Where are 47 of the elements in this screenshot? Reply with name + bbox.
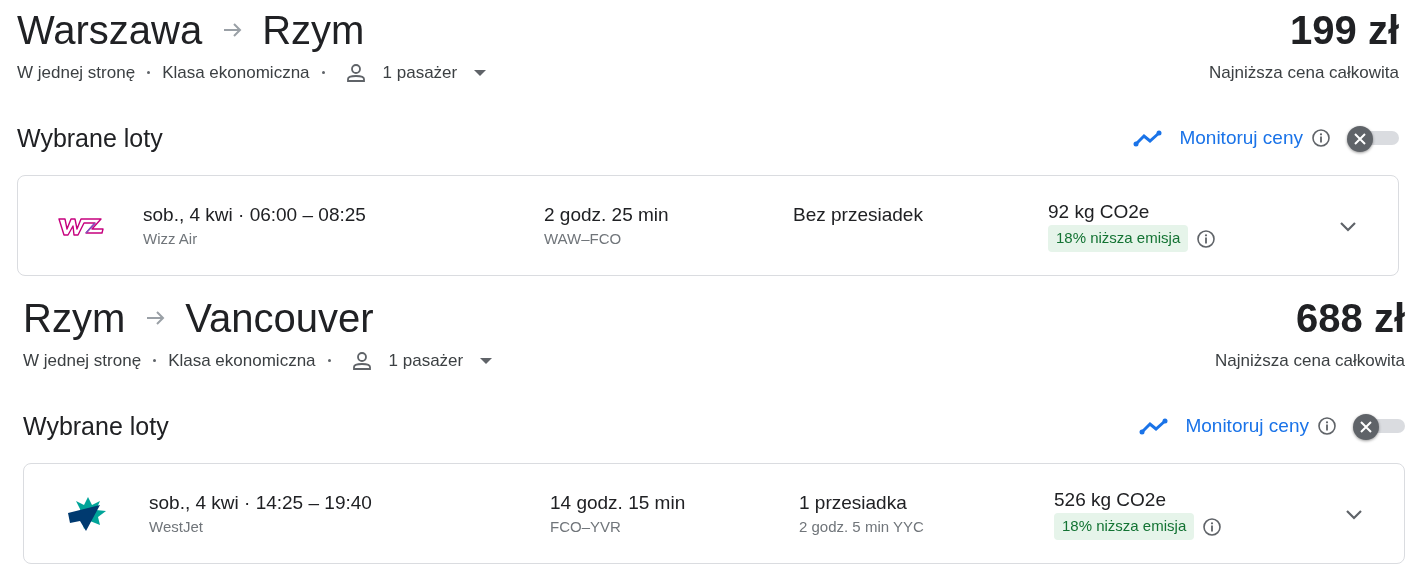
passengers-dropdown[interactable]: 1 pasażer <box>342 348 494 374</box>
total-price: 688 zł <box>1296 295 1405 342</box>
flight-duration: 2 godz. 25 min <box>544 202 670 227</box>
airline-name: WestJet <box>149 516 204 537</box>
stops-count: 1 przesiadka <box>799 490 908 515</box>
flight-times: sob., 4 kwi · 06:00 – 08:25 <box>143 202 367 227</box>
flight-times: sob., 4 kwi · 14:25 – 19:40 <box>149 490 373 515</box>
section-title: Wybrane loty <box>23 410 169 442</box>
origin-city: Warszawa <box>17 7 203 54</box>
close-icon <box>1353 132 1367 147</box>
trend-icon <box>1139 416 1170 437</box>
price-caption: Najniższa cena całkowita <box>1215 350 1405 372</box>
person-icon <box>344 61 367 84</box>
flight-card[interactable]: sob., 4 kwi · 06:00 – 08:25 Wizz Air 2 godz. 25 min WAW–FCO Bez przesiadek 92 kg CO2e 18% niższa emisja <box>17 175 1399 276</box>
trend-icon <box>1133 128 1164 149</box>
info-icon[interactable] <box>1311 128 1331 149</box>
layover-detail: 2 godz. 5 min YYC <box>799 516 925 537</box>
cabin-class[interactable]: Klasa ekonomiczna <box>168 348 316 374</box>
emission-badge: 18% niższa emisja <box>1048 225 1189 252</box>
section-title: Wybrane loty <box>17 122 163 154</box>
caret-icon <box>473 68 488 77</box>
person-icon <box>350 349 373 372</box>
trip-type[interactable]: W jednej stronę <box>17 60 136 86</box>
track-prices-link[interactable]: Monitoruj ceny <box>1133 124 1303 153</box>
emissions: 92 kg CO2e <box>1048 200 1151 225</box>
track-prices-link[interactable]: Monitoruj ceny <box>1139 412 1309 441</box>
close-icon <box>1359 420 1373 435</box>
route-codes: FCO–YVR <box>550 516 622 537</box>
destination-city: Vancouver <box>185 295 374 342</box>
destination-city: Rzym <box>262 7 365 54</box>
trip-type[interactable]: W jednej stronę <box>23 348 142 374</box>
airline-name: Wizz Air <box>143 228 199 249</box>
cabin-class[interactable]: Klasa ekonomiczna <box>162 60 310 86</box>
stops-count: Bez przesiadek <box>793 202 924 227</box>
passengers-dropdown[interactable]: 1 pasażer <box>336 60 488 86</box>
flight-card[interactable]: sob., 4 kwi · 14:25 – 19:40 WestJet 14 godz. 15 min FCO–YVR 1 przesiadka 2 godz. 5 min YYC 526 kg CO2e 18% niższa emisja <box>23 463 1405 564</box>
info-icon[interactable] <box>1317 416 1337 437</box>
route-codes: WAW–FCO <box>544 228 623 249</box>
origin-city: Rzym <box>23 295 126 342</box>
price-caption: Najniższa cena całkowita <box>1209 62 1399 84</box>
flight-duration: 14 godz. 15 min <box>550 490 687 515</box>
total-price: 199 zł <box>1290 7 1399 54</box>
info-icon[interactable] <box>1196 228 1217 249</box>
caret-icon <box>479 356 494 365</box>
emissions: 526 kg CO2e <box>1054 488 1167 513</box>
info-icon[interactable] <box>1202 516 1223 537</box>
emission-badge: 18% niższa emisja <box>1054 513 1195 540</box>
